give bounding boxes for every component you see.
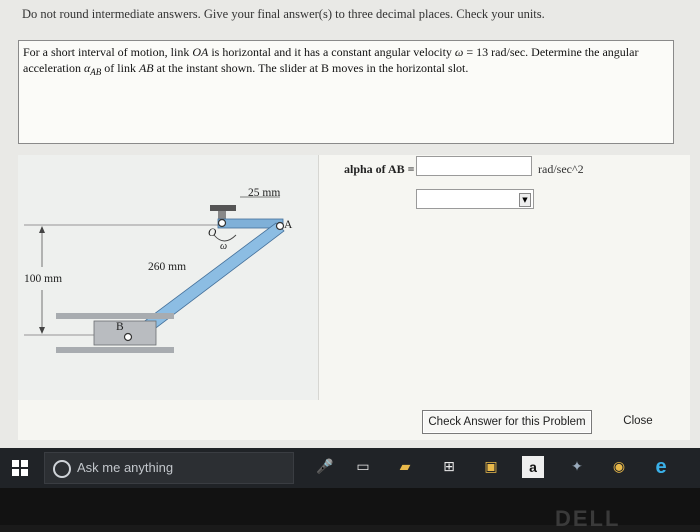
slider-block (93, 320, 157, 346)
problem-part1: For a short interval of motion, link (23, 45, 193, 59)
search-placeholder: Ask me anything (77, 460, 174, 475)
link-ab-label: AB (138, 61, 154, 75)
app-icon[interactable]: ✦ (566, 456, 588, 478)
problem-part2: is horizontal and it has a constant angu… (208, 45, 455, 59)
store-icon[interactable]: ⊞ (438, 456, 460, 478)
amazon-icon[interactable]: a (522, 456, 544, 478)
chevron-down-icon[interactable]: ▼ (519, 193, 531, 207)
pin-a (275, 221, 285, 231)
problem-part4: of link (101, 61, 139, 75)
dim-25mm-label: 25 mm (248, 187, 281, 199)
windows-start-icon[interactable] (12, 460, 28, 476)
taskbar: Ask me anything 🎤 ▭ ▰ ⊞ ▣ a ✦ ◉ e (0, 448, 700, 488)
screen: Do not round intermediate answers. Give … (0, 0, 700, 448)
check-answer-button[interactable]: Check Answer for this Problem (422, 410, 592, 434)
problem-part5: at the instant shown. The slider at B mo… (153, 61, 469, 75)
microphone-icon[interactable]: 🎤 (314, 456, 336, 478)
work-area: 25 mm 260 mm 100 mm O A B ω alpha of AB … (18, 155, 690, 440)
edge-icon[interactable]: e (650, 456, 672, 478)
close-button[interactable]: Close (612, 410, 664, 434)
chrome-icon[interactable]: ◉ (608, 456, 630, 478)
pin-o (217, 218, 227, 228)
pivot-support (210, 205, 236, 211)
label-o: O (208, 227, 217, 239)
answer-label: alpha of AB = (344, 162, 415, 176)
label-omega: ω (220, 241, 228, 252)
unit-select[interactable]: ▼ (416, 189, 534, 209)
dim-260mm-label: 260 mm (148, 261, 187, 273)
instructions-text: Do not round intermediate answers. Give … (22, 7, 545, 21)
pin-b (123, 332, 133, 342)
problem-statement-box: For a short interval of motion, link OA … (18, 40, 674, 144)
problem-text: For a short interval of motion, link OA … (23, 44, 669, 80)
label-a: A (284, 219, 293, 231)
slot-lower-guide (56, 347, 174, 353)
label-b: B (116, 321, 124, 333)
dim-100mm-label: 100 mm (24, 273, 63, 285)
slot-upper-guide (56, 313, 174, 319)
alpha-subscript: AB (90, 67, 102, 77)
alpha-ab-input[interactable] (416, 156, 532, 176)
photos-icon[interactable]: ▣ (480, 456, 502, 478)
dell-logo: DELL (555, 506, 621, 531)
taskbar-search-box[interactable]: Ask me anything (44, 452, 294, 484)
cortana-icon (53, 460, 71, 478)
arrowhead-down (39, 327, 45, 334)
link-oa-label: OA (192, 45, 209, 59)
mechanism-figure: 25 mm 260 mm 100 mm O A B ω (18, 155, 319, 400)
arrowhead-up (39, 226, 45, 233)
file-explorer-icon[interactable]: ▰ (394, 456, 416, 478)
unit-label: rad/sec^2 (538, 162, 584, 176)
task-view-icon[interactable]: ▭ (352, 456, 374, 478)
